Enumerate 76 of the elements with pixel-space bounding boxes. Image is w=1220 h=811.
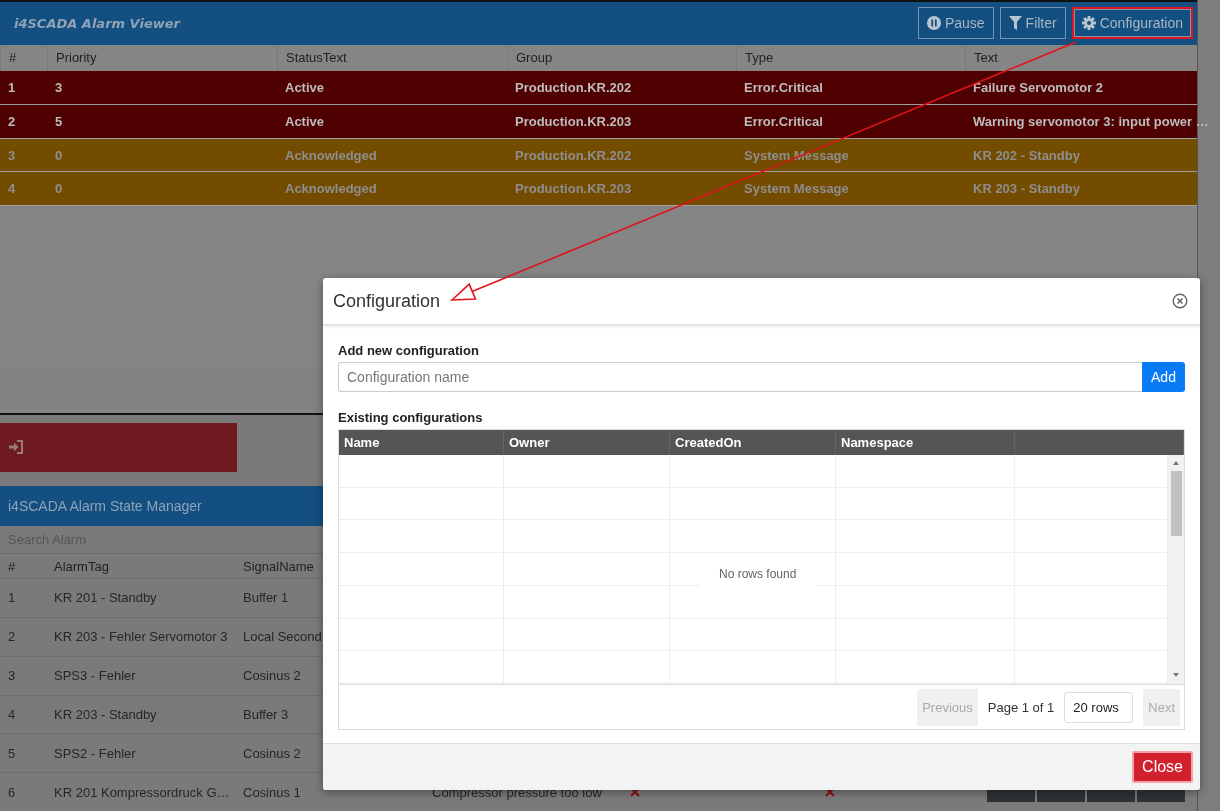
column-header[interactable]: Text (965, 44, 1197, 71)
column-header[interactable]: Priority (47, 44, 277, 71)
table-cell-text: KR 201 - Standby (53, 590, 158, 606)
table-cell-text: 3 (7, 147, 17, 163)
table-cell-text: Active (284, 113, 326, 129)
table-cell-text: Cosinus 1 (242, 784, 302, 800)
table-cell-text: Acknowledged (284, 147, 378, 163)
close-button[interactable]: Close (1132, 751, 1193, 783)
column-header[interactable]: # (0, 44, 47, 71)
name-field[interactable]: Configuration name (338, 362, 1142, 392)
alarm-row[interactable]: 1 3 Active Production.KR.202 Error.Critical Failure Servomotor 2 (0, 70, 1197, 105)
column-header[interactable]: StatusText (277, 44, 507, 71)
settings-icon (1081, 16, 1096, 31)
table-cell-text: 5 (7, 745, 17, 761)
section-label: Add new configuration (338, 343, 480, 358)
table-cell-text: KR 203 - Fehler Servomotor 3 (53, 629, 229, 645)
settings-button[interactable]: Configuration (1071, 7, 1193, 40)
table-cell-text: KR 203 - Standby (972, 181, 1081, 197)
section-label: Existing configurations (338, 410, 484, 425)
filter-button[interactable]: Filter (999, 7, 1066, 40)
filter-icon (1008, 16, 1022, 31)
table-cell-text: Error.Critical (743, 113, 824, 129)
table-cell-text: 0 (54, 147, 64, 163)
dialog-title: Configuration (333, 290, 441, 312)
viewer-title: i4SCADA Alarm Viewer (14, 15, 180, 31)
table-cell-text: Production.KR.203 (514, 181, 633, 197)
column-header[interactable]: Name (339, 430, 504, 455)
table-cell-text: KR 203 - Standby (53, 706, 158, 722)
add-button[interactable]: Add (1142, 362, 1185, 392)
table-cell-text: SPS2 - Fehler (53, 745, 137, 761)
state-manager-title: i4SCADA Alarm State Manager (8, 498, 202, 515)
table-cell-text: Buffer 1 (242, 590, 290, 606)
table-cell-text: KR 201 Kompressordruck G… (53, 784, 231, 800)
table-cell-text: Acknowledged (284, 181, 378, 197)
table-cell-text: 6 (7, 784, 17, 800)
pause-icon (926, 16, 941, 31)
table-cell-text: 3 (7, 668, 17, 684)
table-cell-text: Production.KR.203 (514, 113, 633, 129)
table-cell-text: Cosinus 2 (242, 745, 302, 761)
scrollbar[interactable] (1168, 455, 1184, 684)
table-cell-text: Cosinus 2 (242, 668, 302, 684)
column-header[interactable]: Type (736, 44, 965, 71)
table-cell-text: Failure Servomotor 2 (972, 79, 1105, 95)
column-header[interactable]: # (0, 558, 46, 574)
table-cell-text: Error.Critical (743, 79, 824, 95)
column-header[interactable]: CreatedOn (670, 430, 836, 455)
column-header[interactable]: Owner (504, 430, 670, 455)
table-cell-text: 5 (54, 113, 64, 129)
logout-button[interactable] (0, 422, 237, 473)
table-cell-text: Production.KR.202 (514, 147, 633, 163)
table-cell-text: 1 (7, 79, 17, 95)
column-header[interactable]: Group (507, 44, 736, 71)
close-icon[interactable] (1172, 293, 1188, 309)
table-cell-text: 4 (7, 706, 17, 722)
table-cell-text: System Message (743, 181, 850, 197)
table-cell-text: 0 (54, 181, 64, 197)
table-cell-text: SPS3 - Fehler (53, 668, 137, 684)
alarm-row[interactable]: 4 0 Acknowledged Production.KR.203 System Message KR 203 - Standby (0, 172, 1197, 207)
table-cell-text: Warning servomotor 3: input power … (972, 113, 1209, 129)
table-cell-text: Active (284, 79, 326, 95)
pause-button[interactable]: Pause (917, 7, 994, 40)
column-header[interactable]: Namespace (836, 430, 1015, 455)
table-cell-text: 2 (7, 113, 17, 129)
table-cell-text: Buffer 3 (242, 706, 290, 722)
table-cell-text: 1 (7, 590, 17, 606)
table-cell-text: KR 202 - Standby (972, 147, 1081, 163)
table-cell-text: Production.KR.202 (514, 79, 633, 95)
table-cell-text: Compressor pressure too low (431, 784, 603, 800)
table-cell-text: 4 (7, 181, 17, 197)
rows-select[interactable]: 20 rows (1064, 691, 1134, 723)
column-header[interactable]: AlarmTag (46, 558, 235, 574)
page-indicator: Page 1 of 1 (987, 699, 1055, 715)
table-cell-text: Local Second (242, 629, 323, 645)
sign-in-icon (8, 439, 24, 456)
table-cell-text: 3 (54, 79, 64, 95)
table-cell-text: 2 (7, 629, 17, 645)
